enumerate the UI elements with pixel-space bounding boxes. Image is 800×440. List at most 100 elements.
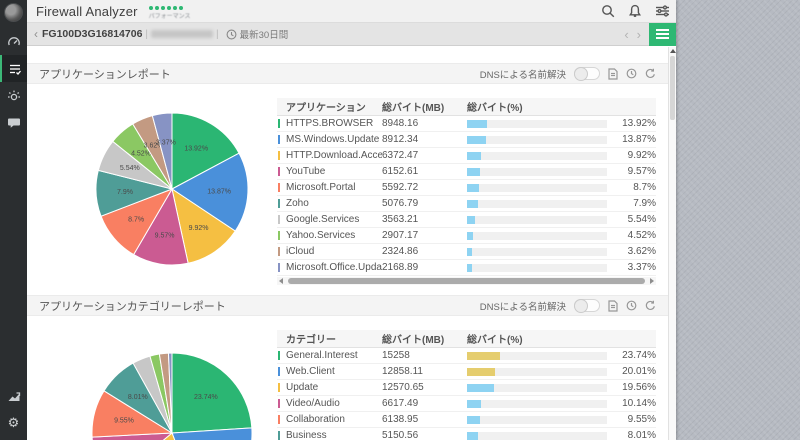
table-row[interactable]: General.Interest1525823.74%: [277, 348, 656, 364]
row-color-bar: [278, 183, 280, 192]
module-menu[interactable]: パフォーマンス: [149, 3, 191, 20]
scrollbar-thumb[interactable]: [288, 278, 645, 284]
table-row[interactable]: Business5150.568.01%: [277, 428, 656, 440]
reports-list-icon: [8, 62, 22, 76]
row-color-bar: [278, 231, 280, 240]
row-percent-value: 8.01%: [608, 430, 656, 440]
module-dots: [149, 6, 183, 10]
next-chevron-icon[interactable]: ›: [633, 28, 645, 41]
schedule-clock-icon[interactable]: [626, 68, 637, 79]
time-period[interactable]: 最新30日間: [240, 27, 289, 41]
sidebar-item-trend[interactable]: [0, 382, 27, 409]
row-percent-value: 8.7%: [608, 182, 656, 193]
section-application-category-report: アプリケーションカテゴリーレポート DNSによる名前解決: [27, 295, 668, 440]
export-file-icon[interactable]: [608, 300, 618, 312]
export-file-icon[interactable]: [608, 68, 618, 80]
column-header-pct[interactable]: 総バイト(%): [467, 331, 656, 346]
horizontal-scrollbar[interactable]: [277, 277, 656, 285]
schedule-clock-icon[interactable]: [626, 300, 637, 311]
column-header-name[interactable]: アプリケーション: [277, 99, 382, 114]
dns-resolve-toggle[interactable]: [574, 299, 600, 312]
refresh-icon[interactable]: [645, 68, 656, 79]
categories-table: カテゴリー 総バイト(MB) 総バイト(%) General.Interest1…: [277, 330, 656, 440]
scrollbar-thumb[interactable]: [670, 56, 675, 120]
row-percent-value: 5.54%: [608, 214, 656, 225]
pie-slice-label: 3.37%: [156, 139, 176, 146]
pie-slice-label: 5.54%: [120, 165, 140, 172]
row-name: iCloud: [286, 246, 382, 257]
row-total-mb: 3563.21: [382, 214, 467, 225]
row-total-mb: 8912.34: [382, 134, 467, 145]
row-total-mb: 8948.16: [382, 118, 467, 129]
table-row[interactable]: HTTP.Download.Accelerator6372.479.92%: [277, 148, 656, 164]
row-color-bar: [278, 215, 280, 224]
column-header-pct[interactable]: 総バイト(%): [467, 99, 656, 114]
separator: |: [145, 29, 148, 40]
section-application-report: アプリケーションレポート DNSによる名前解決: [27, 63, 668, 289]
bell-icon[interactable]: [628, 4, 642, 18]
table-row[interactable]: Zoho5076.797.9%: [277, 196, 656, 212]
row-percent-value: 20.01%: [608, 366, 656, 377]
sidebar: ⚙: [0, 0, 27, 440]
pie-slice-label: 13.92%: [184, 146, 208, 153]
vertical-scrollbar[interactable]: [668, 47, 676, 440]
sidebar-item-reports[interactable]: [0, 55, 27, 82]
table-row[interactable]: YouTube6152.619.57%: [277, 164, 656, 180]
table-row[interactable]: Video/Audio6617.4910.14%: [277, 396, 656, 412]
table-row[interactable]: Microsoft.Portal5592.728.7%: [277, 180, 656, 196]
row-name: Zoho: [286, 198, 382, 209]
table-row[interactable]: Microsoft.Office.Update2168.893.37%: [277, 260, 656, 276]
table-row[interactable]: Update12570.6519.56%: [277, 380, 656, 396]
row-percent-fill: [467, 168, 480, 176]
scroll-up-icon[interactable]: [670, 49, 676, 53]
row-percent-value: 4.52%: [608, 230, 656, 241]
table-row[interactable]: Google.Services3563.21 5.54%: [277, 212, 656, 228]
row-percent-bar: [467, 264, 607, 272]
row-name: Microsoft.Portal: [286, 182, 382, 193]
row-color-bar: [278, 151, 280, 160]
sidebar-item-alarms[interactable]: [0, 82, 27, 109]
prev-chevron-icon[interactable]: ‹: [620, 28, 632, 41]
pie-slice-label: 13.87%: [207, 188, 231, 195]
column-header-mb[interactable]: 総バイト(MB): [382, 99, 467, 114]
pie-slice-label: 9.92%: [189, 225, 209, 232]
row-percent-fill: [467, 384, 494, 392]
row-percent-value: 9.57%: [608, 166, 656, 177]
refresh-icon[interactable]: [645, 300, 656, 311]
avatar[interactable]: [4, 3, 23, 22]
module-dot: [173, 6, 177, 10]
column-header-name[interactable]: カテゴリー: [277, 331, 382, 346]
table-row[interactable]: HTTPS.BROWSER8948.1613.92%: [277, 116, 656, 132]
sidebar-item-chat[interactable]: [0, 109, 27, 136]
menu-button[interactable]: [649, 23, 676, 46]
row-total-mb: 12858.11: [382, 366, 467, 377]
toggle-knob: [574, 67, 588, 81]
table-row[interactable]: iCloud2324.863.62%: [277, 244, 656, 260]
scroll-right-icon[interactable]: [650, 278, 654, 284]
scroll-left-icon[interactable]: [279, 278, 283, 284]
main-area: Firewall Analyzer パフォーマンス ‹ FG100D: [27, 0, 676, 440]
row-name: Collaboration: [286, 414, 382, 425]
table-row[interactable]: Collaboration6138.959.55%: [277, 412, 656, 428]
table-row[interactable]: MS.Windows.Update8912.3413.87%: [277, 132, 656, 148]
dns-resolve-toggle[interactable]: [574, 67, 600, 80]
row-percent-bar: [467, 168, 607, 176]
row-name: Yahoo.Services: [286, 230, 382, 241]
settings-sliders-icon[interactable]: [655, 4, 670, 18]
sidebar-item-dashboard[interactable]: [0, 28, 27, 55]
row-percent-bar: [467, 232, 607, 240]
row-total-mb: 6617.49: [382, 398, 467, 409]
row-color-bar: [278, 167, 280, 176]
back-chevron-icon[interactable]: ‹: [34, 28, 38, 40]
row-percent-bar: [467, 136, 607, 144]
pie-slice-label: 9.55%: [114, 418, 134, 425]
device-id[interactable]: FG100D3G16814706: [42, 28, 142, 40]
search-icon[interactable]: [601, 4, 615, 18]
column-header-mb[interactable]: 総バイト(MB): [382, 331, 467, 346]
row-color-bar: [278, 367, 280, 376]
sidebar-item-settings[interactable]: ⚙: [0, 409, 27, 436]
row-name: Google.Services: [286, 214, 382, 225]
table-row[interactable]: Web.Client12858.1120.01%: [277, 364, 656, 380]
row-percent-bar: [467, 416, 607, 424]
table-row[interactable]: Yahoo.Services2907.174.52%: [277, 228, 656, 244]
